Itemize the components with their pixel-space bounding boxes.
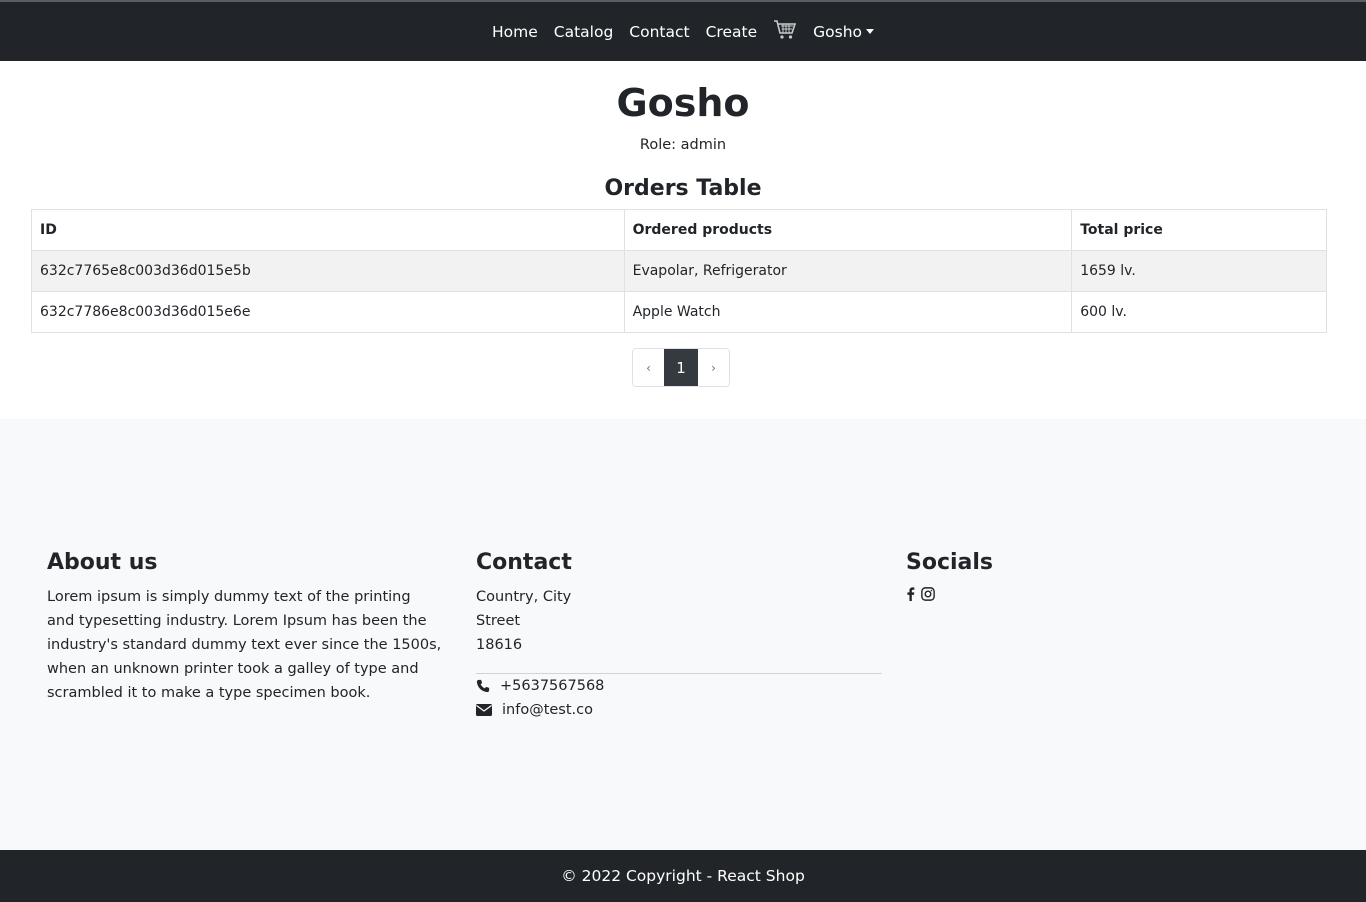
order-products-cell: Evapolar, Refrigerator	[623, 250, 1073, 292]
facebook-icon[interactable]	[906, 587, 915, 601]
contact-heading: Contact	[476, 550, 572, 575]
socials-links	[906, 587, 1206, 601]
instagram-icon[interactable]	[921, 587, 935, 601]
footer-socials-section: Socials	[906, 549, 1206, 601]
envelope-icon	[476, 704, 492, 716]
nav-catalog[interactable]: Catalog	[554, 22, 614, 42]
column-header-products: Ordered products	[623, 209, 1073, 251]
contact-email: info@test.co	[476, 698, 882, 722]
column-header-id: ID	[31, 209, 625, 251]
nav-home[interactable]: Home	[492, 22, 538, 42]
address-line: Country, City	[476, 589, 572, 605]
page-title: Gosho	[616, 81, 750, 125]
order-id-cell: 632c7765e8c003d36d015e5b	[31, 250, 625, 292]
orders-table: ID Ordered products Total price 632c7765…	[31, 209, 1327, 333]
orders-table-title: Orders Table	[604, 176, 762, 201]
order-price-cell: 600 lv.	[1071, 291, 1327, 333]
socials-heading: Socials	[906, 550, 994, 575]
pagination-next-button[interactable]: ›	[698, 349, 729, 386]
footer-contact-section: Contact Country, City Street 18616 +5637…	[476, 549, 882, 722]
column-header-total-price: Total price	[1071, 209, 1327, 251]
table-header-row: ID Ordered products Total price	[31, 209, 1327, 251]
nav-contact[interactable]: Contact	[629, 22, 689, 42]
nav-links: Home Catalog Contact Create Gosho	[492, 18, 875, 45]
address-line: 18616	[476, 637, 523, 653]
email-address[interactable]: info@test.co	[502, 698, 593, 722]
user-menu-toggle[interactable]: Gosho	[813, 22, 875, 41]
user-role: Role: admin	[0, 135, 1366, 155]
copyright-bar: © 2022 Copyright - React Shop	[0, 850, 1366, 902]
copyright-text: © 2022 Copyright - React Shop	[561, 867, 805, 885]
phone-icon	[476, 679, 490, 693]
role-label: Role:	[639, 137, 677, 153]
about-text: Lorem ipsum is simply dummy text of the …	[47, 589, 442, 701]
cart-link[interactable]	[773, 18, 797, 45]
site-footer: About us Lorem ipsum is simply dummy tex…	[0, 419, 1366, 850]
order-price-cell: 1659 lv.	[1071, 250, 1327, 292]
contact-phone: +5637567568	[476, 674, 882, 698]
profile-main: Gosho Role: admin Orders Table ID Ordere…	[0, 61, 1366, 419]
pagination-prev-button[interactable]: ‹	[633, 349, 664, 386]
top-navbar: Home Catalog Contact Create Gosho	[0, 0, 1366, 61]
order-id-cell: 632c7786e8c003d36d015e6e	[31, 291, 625, 333]
chevron-down-icon	[866, 29, 875, 34]
order-products-cell: Apple Watch	[623, 291, 1073, 333]
cart-icon	[774, 20, 797, 39]
about-heading: About us	[47, 550, 158, 575]
table-row: 632c7765e8c003d36d015e5b Evapolar, Refri…	[31, 250, 1327, 292]
footer-about-section: About us Lorem ipsum is simply dummy tex…	[47, 549, 442, 705]
user-menu-label: Gosho	[813, 22, 863, 41]
pagination: ‹ 1 ›	[632, 348, 730, 387]
pagination-page-1[interactable]: 1	[664, 349, 698, 386]
address-line: Street	[476, 613, 521, 629]
table-row: 632c7786e8c003d36d015e6e Apple Watch 600…	[31, 291, 1327, 333]
nav-create[interactable]: Create	[706, 22, 758, 42]
role-value: admin	[680, 137, 727, 153]
contact-address: Country, City Street 18616	[476, 585, 882, 657]
phone-number: +5637567568	[500, 678, 605, 694]
